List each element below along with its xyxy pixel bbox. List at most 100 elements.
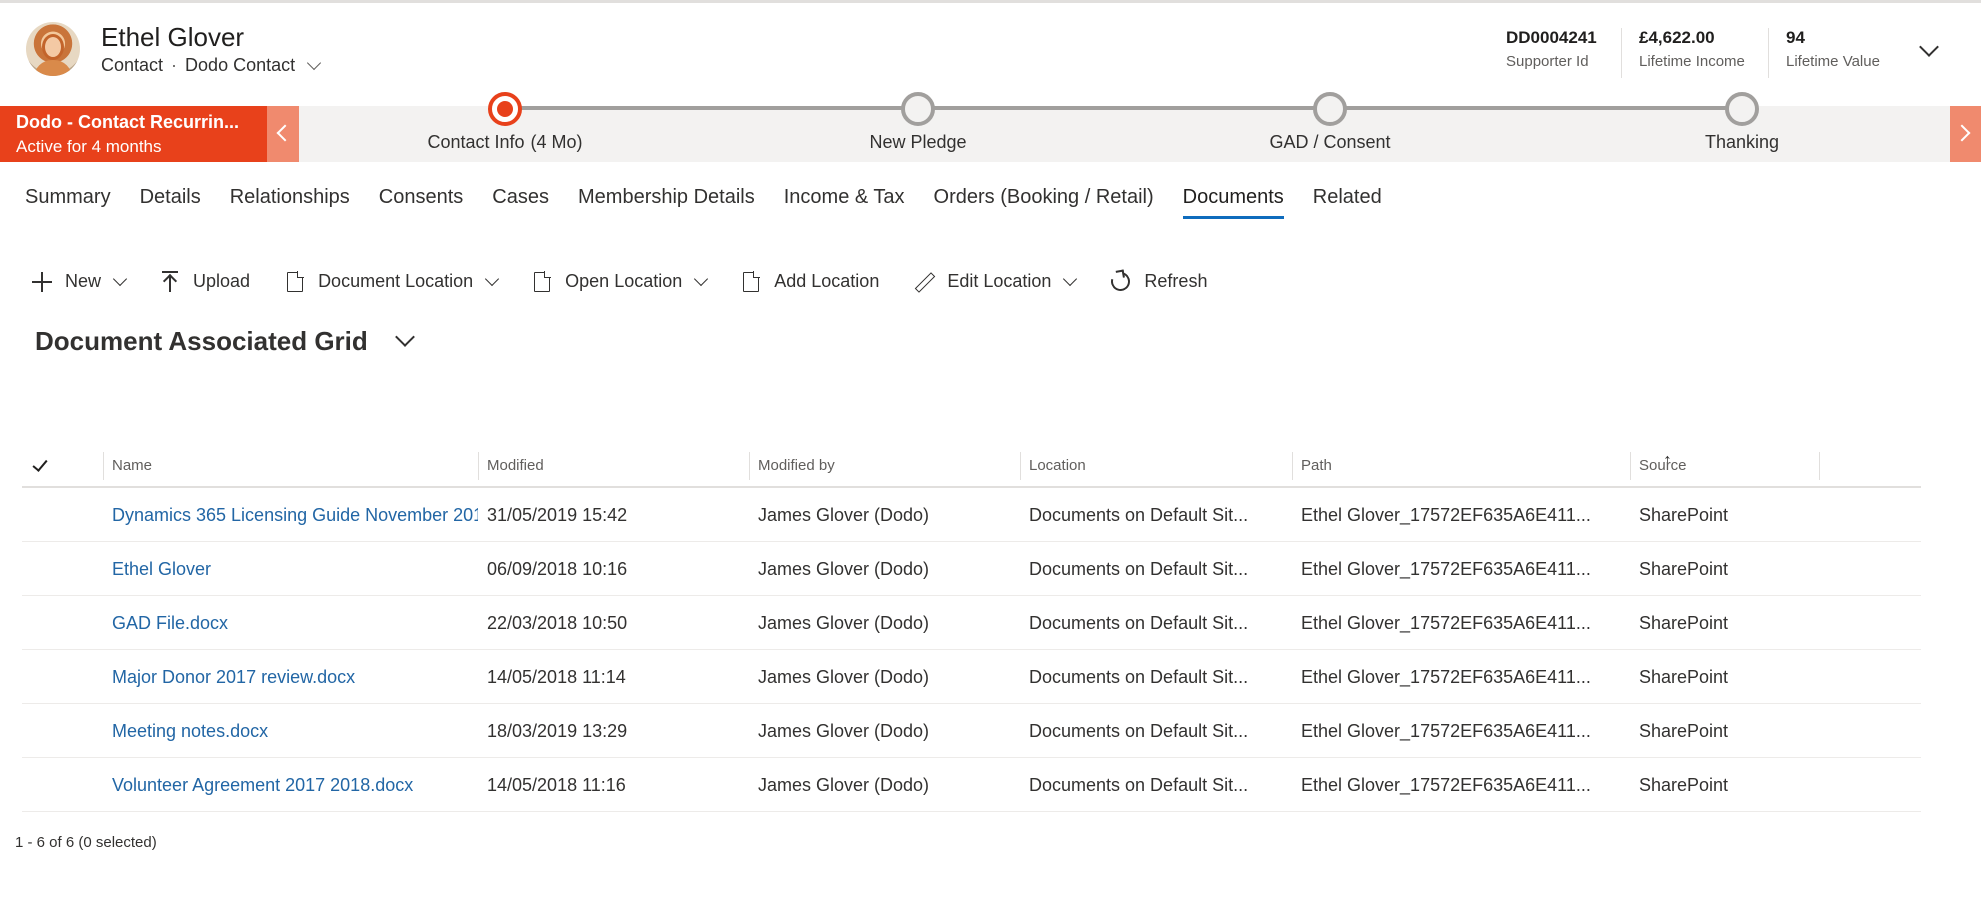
tab-income-tax[interactable]: Income & Tax <box>784 186 905 219</box>
document-name-link[interactable]: Dynamics 365 Licensing Guide November 20… <box>103 488 478 542</box>
document-name-link[interactable]: Volunteer Agreement 2017 2018.docx <box>103 758 478 812</box>
kpi-lifetime-value: 94 Lifetime Value <box>1786 28 1880 70</box>
kpi-value: £4,622.00 <box>1639 28 1715 47</box>
stage-connector <box>505 106 1742 110</box>
kpi-divider <box>1768 28 1769 78</box>
chevron-down-icon <box>694 271 709 286</box>
column-header-source[interactable]: Source <box>1630 452 1820 480</box>
table-row[interactable]: Ethel Glover 06/09/2018 10:16 James Glov… <box>22 542 1921 596</box>
stage-duration: (4 Mo) <box>530 132 583 152</box>
kpi-supporter-id: DD0004241 Supporter Id <box>1506 28 1597 70</box>
kpi-label: Supporter Id <box>1506 53 1589 70</box>
form-selector[interactable]: Dodo Contact <box>185 55 295 76</box>
new-label: New <box>65 271 102 291</box>
plus-icon <box>31 271 53 293</box>
column-header-modified-by[interactable]: Modified by <box>749 452 1020 480</box>
cell-modified-by: James Glover (Dodo) <box>758 721 930 741</box>
tab-documents[interactable]: Documents <box>1182 186 1284 219</box>
kpi-label: Lifetime Income <box>1639 53 1745 70</box>
chevron-down-icon[interactable] <box>307 55 322 71</box>
tab-consents[interactable]: Consents <box>379 186 464 219</box>
cell-location: Documents on Default Sit... <box>1029 721 1249 741</box>
column-header-path[interactable]: Path <box>1292 452 1630 480</box>
tab-details[interactable]: Details <box>140 186 201 219</box>
tab-membership-details[interactable]: Membership Details <box>578 186 755 219</box>
stage-label: Thanking <box>1704 132 1780 152</box>
cell-path: Ethel Glover_17572EF635A6E411... <box>1301 667 1591 687</box>
kpi-lifetime-income: £4,622.00 Lifetime Income <box>1639 28 1745 70</box>
document-location-label: Document Location <box>318 271 474 291</box>
command-bar: New Upload Document Location Open Locati… <box>31 268 1241 295</box>
stage-active-icon <box>488 92 522 126</box>
stage-label: New Pledge <box>869 132 967 152</box>
refresh-icon <box>1107 268 1134 295</box>
tab-orders[interactable]: Orders (Booking / Retail) <box>934 186 1154 219</box>
business-process-flow: Dodo - Contact Recurrin... Active for 4 … <box>0 92 1981 162</box>
chevron-down-icon <box>1063 271 1078 286</box>
cell-modified: 06/09/2018 10:16 <box>487 559 628 579</box>
record-count: 1 - 6 of 6 (0 selected) <box>15 834 157 851</box>
add-document-icon <box>743 270 761 292</box>
refresh-button[interactable]: Refresh <box>1107 268 1208 295</box>
cell-modified: 14/05/2018 11:14 <box>487 667 626 687</box>
bpf-next-button[interactable] <box>1950 106 1981 162</box>
document-icon <box>287 270 305 292</box>
open-location-button[interactable]: Open Location <box>531 270 709 293</box>
table-row[interactable]: Dynamics 365 Licensing Guide November 20… <box>22 488 1921 542</box>
upload-label: Upload <box>193 271 251 291</box>
refresh-label: Refresh <box>1144 271 1208 291</box>
header-expand-chevron-icon[interactable] <box>1919 37 1939 57</box>
cell-path: Ethel Glover_17572EF635A6E411... <box>1301 613 1591 633</box>
cell-location: Documents on Default Sit... <box>1029 505 1249 525</box>
add-location-label: Add Location <box>774 271 880 291</box>
separator: · <box>171 55 178 75</box>
document-name-link[interactable]: Meeting notes.docx <box>103 704 478 758</box>
upload-button[interactable]: Upload <box>159 270 251 293</box>
new-button[interactable]: New <box>31 271 128 293</box>
table-row[interactable]: Volunteer Agreement 2017 2018.docx 14/05… <box>22 758 1921 812</box>
chevron-right-icon <box>1953 124 1971 142</box>
kpi-value: DD0004241 <box>1506 28 1597 47</box>
document-location-button[interactable]: Document Location <box>284 270 500 293</box>
stage-label: GAD / Consent <box>1269 132 1391 152</box>
kpi-divider <box>1621 28 1622 78</box>
chevron-down-icon <box>485 271 500 286</box>
upload-icon <box>159 270 181 293</box>
grid-title: Document Associated Grid <box>35 326 368 356</box>
column-header-name[interactable]: Name <box>103 452 478 480</box>
column-header-modified[interactable]: Modified <box>478 452 749 480</box>
bpf-prev-button[interactable] <box>267 106 299 162</box>
cell-location: Documents on Default Sit... <box>1029 667 1249 687</box>
view-selector[interactable]: Document Associated Grid <box>35 326 415 357</box>
cell-source: SharePoint <box>1639 613 1729 633</box>
edit-location-button[interactable]: Edit Location <box>913 271 1078 293</box>
document-name-link[interactable]: GAD File.docx <box>103 596 478 650</box>
tab-summary[interactable]: Summary <box>25 186 111 219</box>
cell-location: Documents on Default Sit... <box>1029 613 1249 633</box>
active-process[interactable]: Dodo - Contact Recurrin... Active for 4 … <box>0 106 267 162</box>
chevron-down-icon <box>112 271 128 286</box>
tab-relationships[interactable]: Relationships <box>230 186 350 219</box>
cell-source: SharePoint <box>1639 667 1729 687</box>
avatar <box>26 22 80 76</box>
edit-location-label: Edit Location <box>947 271 1052 291</box>
grid-header: Name Modified Modified by Location Path … <box>22 444 1921 488</box>
document-name-link[interactable]: Major Donor 2017 review.docx <box>103 650 478 704</box>
select-all-checkmark-icon[interactable] <box>32 456 48 472</box>
column-header-location[interactable]: Location <box>1020 452 1292 480</box>
cell-source: SharePoint <box>1639 505 1729 525</box>
table-row[interactable]: Meeting notes.docx 18/03/2019 13:29 Jame… <box>22 704 1921 758</box>
record-subtitle: Contact · Dodo Contact <box>101 55 322 76</box>
process-status: Active for 4 months <box>16 137 162 156</box>
tab-related[interactable]: Related <box>1313 186 1382 219</box>
add-location-button[interactable]: Add Location <box>740 270 880 293</box>
table-row[interactable]: Major Donor 2017 review.docx 14/05/2018 … <box>22 650 1921 704</box>
table-row[interactable]: GAD File.docx 22/03/2018 10:50 James Glo… <box>22 596 1921 650</box>
tab-cases[interactable]: Cases <box>492 186 549 219</box>
kpi-value: 94 <box>1786 28 1805 47</box>
stage-circle-icon <box>1313 92 1347 126</box>
entity-name: Contact <box>101 55 164 75</box>
chevron-left-icon <box>276 124 294 142</box>
cell-modified-by: James Glover (Dodo) <box>758 667 930 687</box>
document-name-link[interactable]: Ethel Glover <box>103 542 478 596</box>
